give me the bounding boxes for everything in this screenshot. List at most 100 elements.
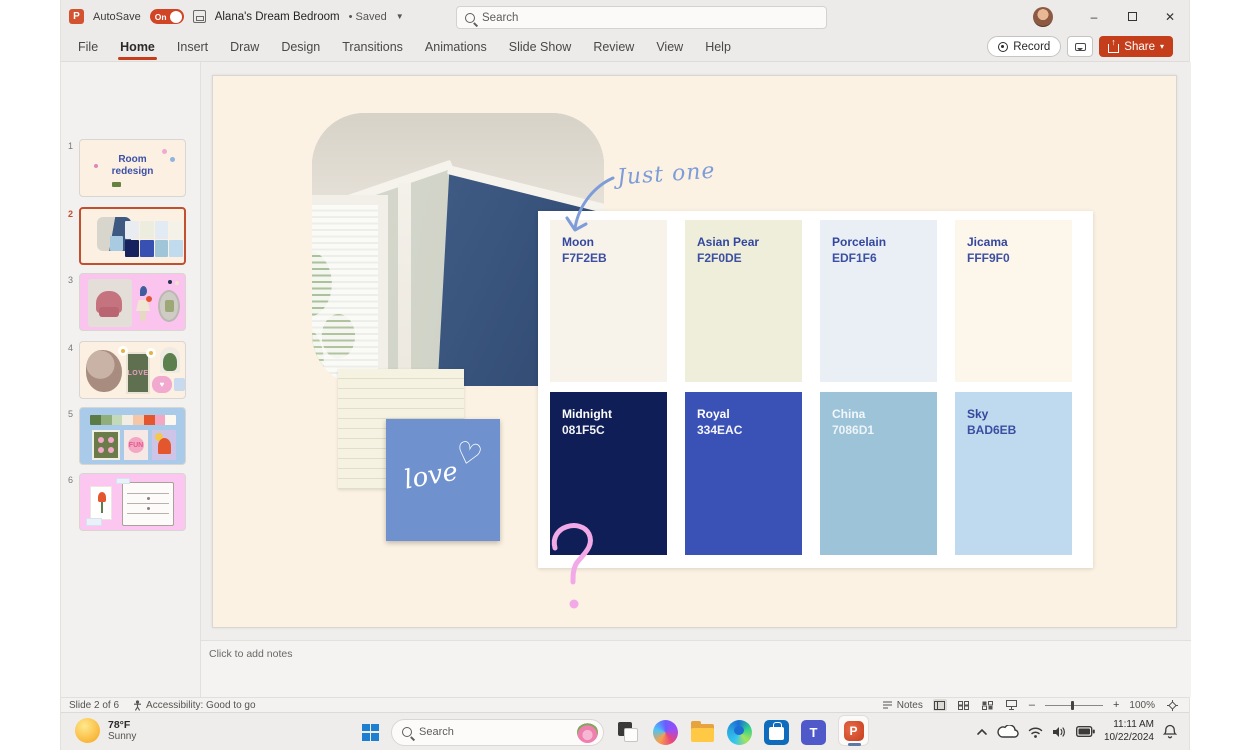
notification-bell-icon[interactable] (1163, 724, 1177, 739)
desktop: P AutoSave On Alana's Dream Bedroom • Sa… (0, 0, 1250, 750)
record-button[interactable]: Record (987, 36, 1061, 57)
accessibility-status[interactable]: Accessibility: Good to go (133, 700, 256, 711)
tab-animations[interactable]: Animations (425, 34, 487, 62)
swatch-hex: 7086D1 (832, 423, 937, 439)
title-chevron-down-icon[interactable]: ▼ (396, 12, 404, 21)
windows-start-button[interactable] (362, 724, 379, 741)
swatch-hex: 081F5C (562, 423, 667, 439)
clock-widget[interactable]: 11:11 AM 10/22/2024 (1104, 719, 1154, 744)
edge-browser-icon[interactable] (727, 720, 752, 745)
weather-widget[interactable]: 78°F Sunny (75, 718, 136, 743)
powerpoint-app-icon[interactable]: P (69, 9, 84, 24)
comments-button[interactable] (1067, 36, 1093, 57)
time: 11:11 AM (1104, 719, 1154, 732)
maximize-button[interactable] (1113, 0, 1151, 33)
swatch-sky[interactable]: Sky BAD6EB (955, 392, 1072, 555)
tab-review[interactable]: Review (593, 34, 634, 62)
toggle-knob (170, 11, 182, 23)
swatch-royal[interactable]: Royal 334EAC (685, 392, 802, 555)
swatch-name: Sky (967, 407, 1072, 423)
autosave-toggle[interactable]: On (150, 9, 184, 24)
color-palette-card[interactable]: Moon F7F2EB Asian Pear F2F0DE Porcelain (538, 211, 1093, 568)
share-icon (1108, 44, 1119, 53)
zoom-level[interactable]: 100% (1129, 700, 1155, 711)
save-icon[interactable] (193, 10, 206, 23)
swatch-name: Porcelain (832, 235, 937, 251)
thumb4-art (86, 350, 122, 392)
copilot-icon[interactable] (653, 720, 678, 745)
heart-icon: ♡ (451, 434, 486, 474)
reading-view-button[interactable] (981, 699, 995, 711)
microsoft-store-icon[interactable] (764, 720, 789, 745)
tab-home[interactable]: Home (120, 34, 155, 62)
swatch-jicama[interactable]: Jicama FFF9F0 (955, 220, 1072, 382)
close-button[interactable]: ✕ (1151, 0, 1189, 33)
slide-thumbnail-1[interactable]: Room redesign (79, 139, 186, 197)
taskbar-search-box[interactable] (391, 719, 604, 746)
thumb6-art (90, 486, 112, 520)
slide-thumbnail-3[interactable] (79, 273, 186, 331)
minimize-button[interactable]: – (1075, 0, 1113, 33)
tray-chevron-up-icon[interactable] (976, 728, 988, 736)
normal-view-button[interactable] (933, 699, 947, 711)
powerpoint-taskbar-icon-active[interactable]: P (838, 715, 869, 746)
tab-file[interactable]: File (78, 34, 98, 62)
user-avatar[interactable] (1033, 7, 1053, 27)
tab-help[interactable]: Help (705, 34, 731, 62)
tab-view[interactable]: View (656, 34, 683, 62)
tab-transitions[interactable]: Transitions (342, 34, 403, 62)
date: 10/22/2024 (1104, 732, 1154, 745)
swatch-porcelain[interactable]: Porcelain EDF1F6 (820, 220, 937, 382)
speaker-icon[interactable] (1052, 726, 1067, 738)
zoom-in-button[interactable]: + (1113, 700, 1119, 711)
onedrive-cloud-icon[interactable] (997, 725, 1019, 739)
tab-draw[interactable]: Draw (230, 34, 259, 62)
slide-indicator[interactable]: Slide 2 of 6 (69, 700, 119, 711)
autosave-toggle-state: On (155, 12, 167, 22)
thumb-number-2: 2 (68, 209, 73, 219)
app-search-box[interactable] (456, 6, 827, 29)
fit-slide-to-window-button[interactable] (1165, 699, 1179, 711)
slide-thumbnail-5[interactable]: FUN (79, 407, 186, 465)
search-input[interactable] (482, 12, 818, 24)
powerpoint-window: P AutoSave On Alana's Dream Bedroom • Sa… (60, 0, 1190, 750)
notes-panel[interactable]: Click to add notes (201, 640, 1191, 697)
notes-placeholder[interactable]: Click to add notes (209, 648, 292, 660)
zoom-slider-handle[interactable] (1071, 701, 1074, 710)
blue-sticky-note[interactable]: love ♡ (386, 419, 500, 541)
thumb1-art (170, 157, 175, 162)
battery-icon[interactable] (1076, 726, 1095, 737)
swatch-china[interactable]: China 7086D1 (820, 392, 937, 555)
zoom-out-button[interactable]: – (1029, 700, 1035, 711)
swatch-asian-pear[interactable]: Asian Pear F2F0DE (685, 220, 802, 382)
tab-slide-show[interactable]: Slide Show (509, 34, 572, 62)
just-one-annotation[interactable]: Just one (616, 159, 716, 191)
thumb6-art (86, 518, 102, 526)
thumb4-art (174, 378, 185, 391)
active-app-indicator (848, 743, 861, 746)
thumb-number-1: 1 (68, 141, 73, 151)
teams-icon[interactable]: T (801, 720, 826, 745)
swatch-moon[interactable]: Moon F7F2EB (550, 220, 667, 382)
notes-toggle-button[interactable]: Notes (882, 700, 923, 711)
zoom-slider[interactable] (1045, 705, 1103, 706)
task-view-button[interactable] (616, 720, 641, 745)
slide-thumbnail-6[interactable] (79, 473, 186, 531)
slide-thumbnail-4[interactable]: LOVE ♥ (79, 341, 186, 399)
document-title[interactable]: Alana's Dream Bedroom (215, 11, 340, 23)
share-button[interactable]: Share ▾ (1099, 36, 1173, 57)
thumb5-art (90, 415, 176, 425)
slide-2[interactable]: Moon F7F2EB Asian Pear F2F0DE Porcelain (212, 75, 1177, 628)
swatch-hex: BAD6EB (967, 423, 1072, 439)
photo-window-trim (398, 183, 411, 386)
share-chevron-down-icon: ▾ (1160, 42, 1164, 51)
tab-design[interactable]: Design (281, 34, 320, 62)
taskbar-search-input[interactable] (419, 726, 539, 738)
wifi-icon[interactable] (1028, 726, 1043, 738)
slideshow-view-button[interactable] (1005, 699, 1019, 711)
weather-temperature: 78°F (108, 719, 136, 731)
slide-thumbnail-2-selected[interactable] (79, 207, 186, 265)
slide-sorter-view-button[interactable] (957, 699, 971, 711)
tab-insert[interactable]: Insert (177, 34, 208, 62)
file-explorer-icon[interactable] (690, 720, 715, 745)
